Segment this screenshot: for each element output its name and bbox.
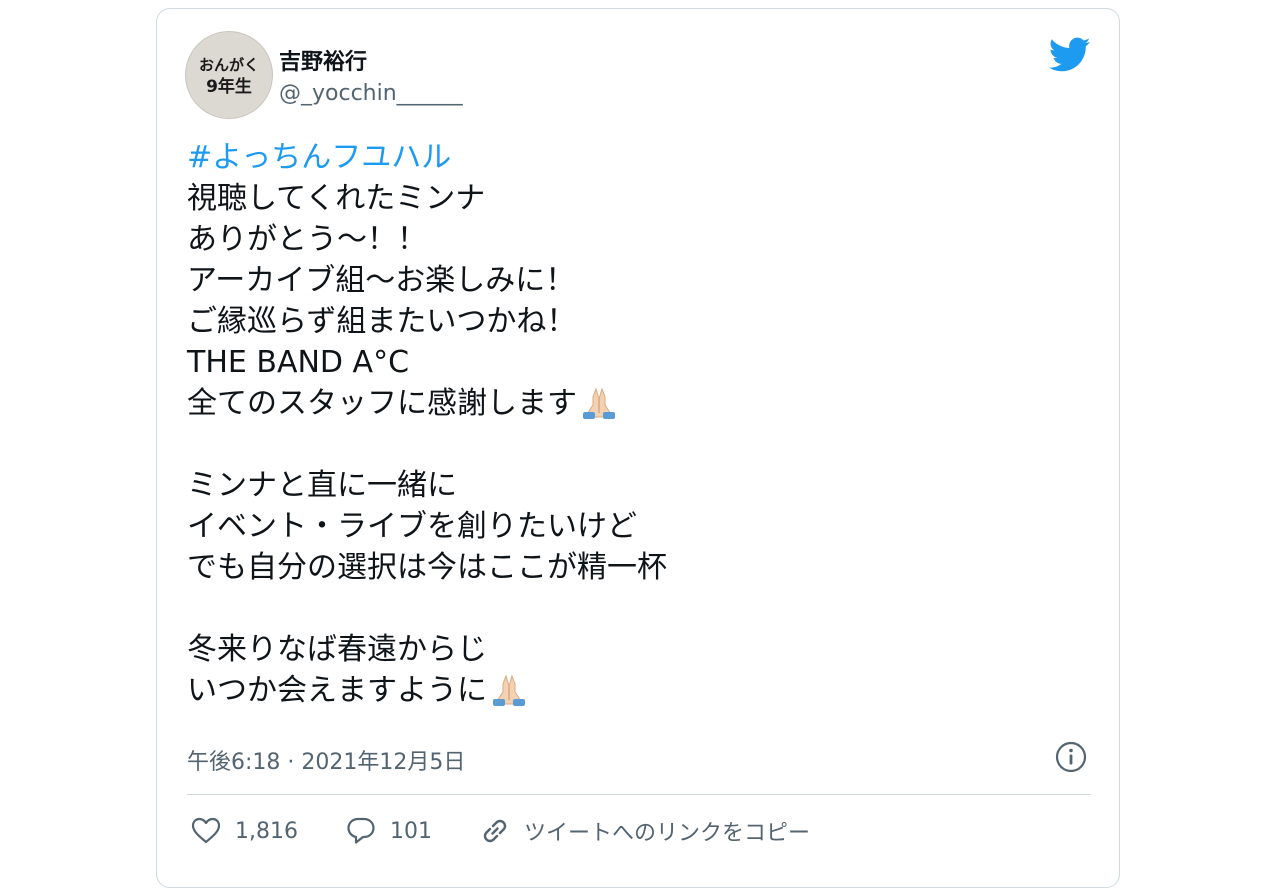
tweet-line: いつか会えますように	[187, 673, 487, 708]
tweet-text: #よっちんフユハル 視聴してくれたミンナ ありがとう〜！！ アーカイブ組〜お楽し…	[187, 137, 1087, 711]
like-button[interactable]: 1,816	[189, 814, 298, 848]
link-icon	[478, 814, 512, 848]
reply-count: 101	[389, 818, 432, 844]
tweet-line: 全てのスタッフに感謝します	[187, 386, 577, 421]
tweet-line: ありがとう〜！！	[187, 222, 427, 257]
folded-hands-emoji-icon	[579, 383, 619, 419]
tweet-line: 冬来りなば春遠からじ	[187, 632, 487, 667]
tweet-line: 視聴してくれたミンナ	[187, 181, 486, 216]
avatar[interactable]: おんがく 9年生	[185, 31, 273, 119]
user-handle[interactable]: @_yocchin______	[279, 81, 463, 106]
tweet-timestamp[interactable]: 午後6:18 · 2021年12月5日	[187, 744, 465, 776]
tweet-line: ご縁巡らず組またいつかね！	[187, 304, 577, 339]
tweet-line: でも自分の選択は今はここが精一杯	[187, 550, 667, 585]
hashtag-link[interactable]: #よっちんフユハル	[187, 140, 451, 175]
tweet-line: イベント・ライブを創りたいけど	[187, 509, 637, 544]
tweet-card: おんがく 9年生 吉野裕行 @_yocchin______ #よっちんフユハル …	[156, 8, 1120, 888]
copy-link-button[interactable]: ツイートへのリンクをコピー	[478, 814, 810, 848]
tweet-line-with-emoji: いつか会えますように	[187, 670, 1087, 711]
like-count: 1,816	[235, 818, 298, 844]
copy-link-label: ツイートへのリンクをコピー	[523, 821, 810, 846]
tweet-actions: 1,816 101 ツイートへのリンクをコピー	[189, 811, 856, 851]
reply-icon	[344, 814, 378, 848]
tweet-line-with-emoji: 全てのスタッフに感謝します	[187, 383, 1087, 424]
avatar-text-top: おんがく	[199, 56, 259, 74]
avatar-text-bottom: 9年生	[206, 76, 252, 97]
display-name[interactable]: 吉野裕行	[279, 44, 367, 76]
twitter-bird-icon[interactable]	[1048, 37, 1091, 73]
info-icon[interactable]	[1054, 740, 1088, 774]
avatar-image: おんがく 9年生	[186, 32, 272, 118]
folded-hands-emoji-icon	[489, 670, 529, 706]
heart-icon	[189, 814, 223, 848]
tweet-line: THE BAND A°C	[187, 345, 410, 380]
tweet-line: ミンナと直に一緒に	[187, 468, 457, 503]
tweet-line: アーカイブ組〜お楽しみに！	[187, 263, 576, 298]
divider	[187, 794, 1091, 795]
reply-button[interactable]: 101	[344, 814, 432, 848]
